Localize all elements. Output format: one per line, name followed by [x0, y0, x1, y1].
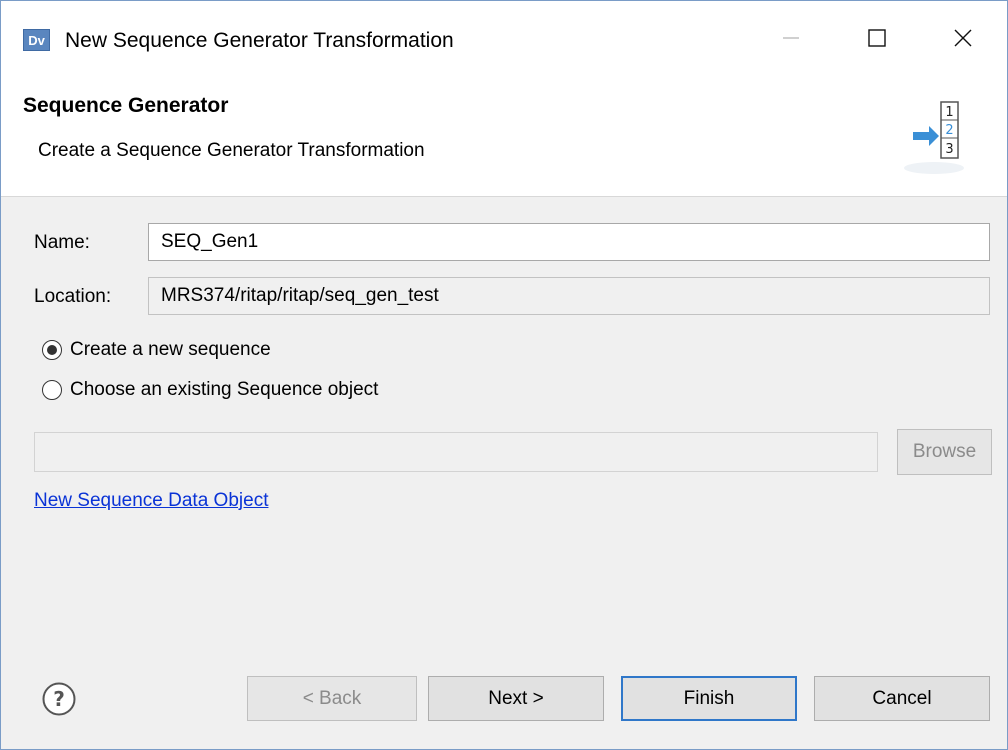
back-button: < Back	[247, 676, 417, 721]
title-bar: Dv New Sequence Generator Transformation	[1, 1, 1007, 76]
maximize-icon	[868, 29, 886, 47]
next-button[interactable]: Next >	[428, 676, 604, 721]
close-button[interactable]	[939, 15, 987, 61]
maximize-button[interactable]	[853, 15, 901, 61]
choose-existing-sequence-radio[interactable]: Choose an existing Sequence object	[42, 379, 378, 401]
cancel-button[interactable]: Cancel	[814, 676, 990, 721]
location-label: Location:	[34, 286, 112, 307]
location-field: MRS374/ritap/ritap/seq_gen_test	[148, 277, 990, 315]
name-label: Name:	[34, 232, 90, 253]
browse-button: Browse	[897, 429, 992, 475]
sequence-object-field	[34, 432, 878, 472]
minimize-icon	[783, 37, 799, 39]
app-icon: Dv	[23, 29, 50, 51]
radio-unselected-icon	[42, 380, 62, 400]
radio-selected-icon	[42, 340, 62, 360]
banner-subtitle: Create a Sequence Generator Transformati…	[38, 140, 425, 161]
sequence-generator-icon: 1 2 3	[904, 101, 964, 174]
wizard-dialog: Dv New Sequence Generator Transformation…	[0, 0, 1008, 750]
name-field[interactable]: SEQ_Gen1	[148, 223, 990, 261]
new-sequence-data-object-link[interactable]: New Sequence Data Object	[34, 490, 268, 512]
icon-digit-1: 1	[945, 105, 953, 120]
window-title: New Sequence Generator Transformation	[65, 29, 454, 52]
banner-title: Sequence Generator	[23, 94, 229, 117]
wizard-banner: Sequence Generator Create a Sequence Gen…	[1, 76, 1007, 197]
choose-existing-sequence-label: Choose an existing Sequence object	[70, 379, 379, 400]
minimize-button[interactable]	[767, 15, 815, 61]
finish-button[interactable]: Finish	[621, 676, 797, 721]
create-new-sequence-radio[interactable]: Create a new sequence	[42, 339, 271, 361]
help-icon[interactable]: ?	[42, 682, 76, 716]
icon-digit-2: 2	[945, 123, 953, 138]
create-new-sequence-label: Create a new sequence	[70, 339, 271, 360]
close-icon	[954, 29, 972, 47]
svg-text:?: ?	[53, 687, 65, 711]
icon-digit-3: 3	[945, 142, 953, 157]
